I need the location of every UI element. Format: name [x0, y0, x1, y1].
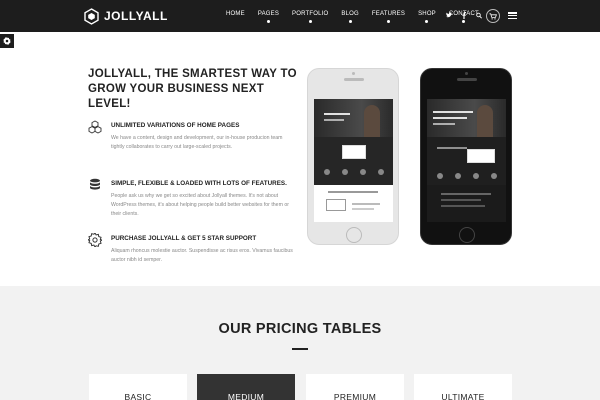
nav-dot — [308, 20, 312, 23]
twitter-icon[interactable] — [446, 11, 452, 19]
plan-label: MEDIUM — [227, 392, 265, 400]
plan-label: ULTIMATE — [441, 392, 485, 400]
screen-hero-image — [314, 99, 393, 137]
nav-dot — [266, 20, 270, 23]
screen-text-line — [433, 111, 473, 113]
phone-home-button — [459, 227, 475, 243]
nav-dot — [386, 20, 390, 23]
plan-label: BASIC — [124, 392, 152, 400]
plan-label: PREMIUM — [333, 392, 377, 400]
cart-icon — [489, 12, 497, 19]
logo[interactable]: JOLLYALL — [84, 7, 168, 25]
feature-title: PURCHASE JOLLYALL & GET 5 STAR SUPPORT — [111, 235, 257, 242]
nav-blog-label: BLOG — [341, 11, 359, 17]
phone-camera — [465, 72, 468, 75]
feature-title: SIMPLE, FLEXIBLE & LOADED WITH LOTS OF F… — [111, 180, 287, 187]
pricing-section: OUR PRICING TABLES BASIC MEDIUM PREMIUM … — [0, 286, 600, 400]
white-phone-mockup — [307, 68, 399, 245]
facebook-icon[interactable] — [461, 11, 467, 19]
nav-dot — [425, 20, 429, 23]
phone-home-button — [346, 227, 362, 243]
screen-person-image — [364, 105, 380, 137]
search-icon[interactable] — [476, 11, 482, 19]
nav-shop-label: SHOP — [418, 11, 436, 17]
nav-dot — [348, 20, 352, 23]
nav-features[interactable]: FEATURES — [372, 0, 405, 32]
pricing-title: OUR PRICING TABLES — [218, 321, 382, 337]
nav-features-label: FEATURES — [371, 11, 406, 17]
screen-text-line — [352, 203, 380, 205]
phone-screen — [427, 99, 506, 222]
feature-text: Aliquam rhoncus molestie auctor. Suspend… — [111, 248, 293, 263]
nav-portfolio[interactable]: PORTFOLIO — [292, 0, 328, 32]
hero-title: JOLLYALL, THE SMARTEST WAY TO GROW YOUR … — [88, 68, 297, 110]
site-header: JOLLYALL HOME PAGES PORTFOLIO BLOG FEATU… — [0, 0, 600, 32]
hamburger-menu-icon[interactable] — [508, 12, 517, 19]
nav-pages[interactable]: PAGES — [258, 0, 279, 32]
nav-dot — [462, 20, 466, 23]
screen-device-image — [467, 149, 495, 163]
gear-icon — [3, 37, 11, 45]
plan-premium[interactable]: PREMIUM — [306, 374, 404, 400]
screen-text-line — [324, 113, 350, 115]
database-icon — [90, 178, 100, 190]
plan-medium[interactable]: MEDIUM — [197, 374, 295, 400]
nav-blog[interactable]: BLOG — [341, 0, 359, 32]
screen-text-line — [328, 191, 378, 193]
screen-text-line — [441, 199, 481, 201]
nav-shop[interactable]: SHOP — [418, 0, 436, 32]
plan-basic[interactable]: BASIC — [89, 374, 187, 400]
plan-ultimate[interactable]: ULTIMATE — [414, 374, 512, 400]
screen-text-line — [324, 119, 344, 121]
logo-text: JOLLYALL — [104, 9, 168, 23]
phone-speaker — [344, 78, 364, 81]
phone-screen — [314, 99, 393, 222]
nav-home[interactable]: HOME — [226, 0, 245, 32]
screen-icons-row — [324, 169, 384, 177]
phone-camera — [352, 72, 355, 75]
screen-text-line — [433, 117, 467, 119]
feature-text: We have a content, design and developmen… — [111, 135, 283, 150]
social-links — [446, 11, 491, 19]
nav-portfolio-label: PORTFOLIO — [292, 11, 329, 17]
nav-pages-label: PAGES — [257, 11, 280, 17]
screen-text-line — [437, 147, 467, 149]
screen-device-image — [342, 145, 366, 159]
gear-icon — [88, 233, 102, 247]
feature-text: People ask us why we get so excited abou… — [111, 193, 289, 217]
settings-panel-toggle[interactable] — [0, 34, 14, 48]
screen-person-image — [477, 105, 493, 137]
phone-speaker — [457, 78, 477, 81]
screen-laptop-image — [326, 199, 346, 211]
screen-text-line — [441, 205, 485, 207]
black-phone-mockup — [420, 68, 512, 245]
screen-icons-row — [437, 173, 497, 181]
screen-text-line — [352, 208, 374, 210]
screen-text-line — [433, 123, 455, 125]
cart-button[interactable] — [486, 9, 500, 23]
screen-text-line — [441, 193, 491, 195]
pricing-title-divider — [292, 348, 308, 350]
feature-title: UNLIMITED VARIATIONS OF HOME PAGES — [111, 122, 240, 129]
hexagon-icon — [84, 7, 99, 25]
cubes-icon — [88, 120, 102, 134]
nav-home-label: HOME — [226, 11, 245, 17]
